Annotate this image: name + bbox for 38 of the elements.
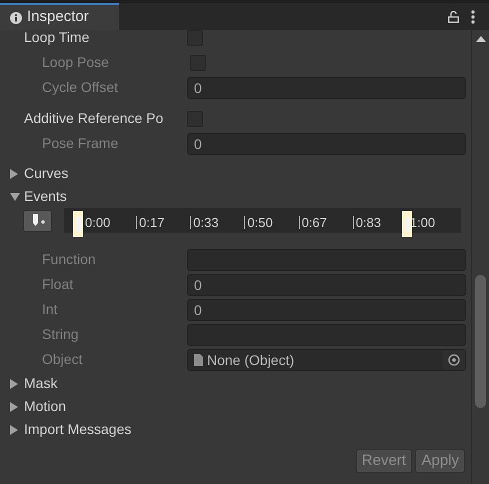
object-picker-icon[interactable] — [448, 354, 460, 366]
foldout-header[interactable]: Curves — [0, 162, 471, 185]
object-value: None (Object) — [207, 350, 296, 370]
field-label: Cycle Offset — [41, 78, 119, 97]
field-label: String — [41, 325, 80, 344]
tab-title: Inspector — [27, 7, 89, 28]
add-marker-icon — [30, 214, 44, 227]
field-label: Object — [41, 350, 84, 369]
timeline-label: 0:67 — [298, 216, 353, 229]
collapsed-arrow-icon — [10, 424, 18, 434]
lock-icon[interactable] — [448, 10, 459, 22]
collapsed-arrow-icon — [10, 378, 18, 388]
field-label: Loop Pose — [41, 53, 110, 72]
event-marker-icon[interactable] — [404, 216, 410, 233]
foldout-header[interactable]: Import Messages — [0, 418, 471, 441]
field-label: Additive Reference Po — [23, 109, 164, 128]
timeline-label: 0:50 — [244, 216, 299, 229]
field-label: Pose Frame — [41, 134, 120, 153]
field-label: Int — [41, 300, 59, 319]
field-label: Loop Time — [23, 30, 90, 47]
event-marker-icon[interactable] — [76, 216, 81, 233]
collapsed-arrow-icon — [10, 168, 18, 178]
info-icon — [10, 12, 22, 24]
field-label: Function — [41, 250, 97, 269]
more-menu-icon[interactable] — [471, 10, 475, 24]
foldout-header[interactable]: Motion — [0, 395, 471, 418]
inspector-tab[interactable]: Inspector — [0, 3, 119, 30]
timeline-label: 0:33 — [190, 216, 244, 229]
add-event-button[interactable] — [23, 210, 52, 232]
scroll-up-icon[interactable] — [476, 36, 486, 42]
timeline-label: 0:17 — [136, 216, 190, 229]
foldout-header[interactable]: Mask — [0, 372, 471, 395]
field-label: Float — [41, 275, 74, 294]
expanded-arrow-icon — [10, 192, 20, 200]
scrollbar-thumb[interactable] — [475, 275, 486, 408]
file-icon — [194, 354, 203, 366]
foldout-header[interactable]: Events — [0, 185, 471, 208]
collapsed-arrow-icon — [10, 402, 18, 412]
